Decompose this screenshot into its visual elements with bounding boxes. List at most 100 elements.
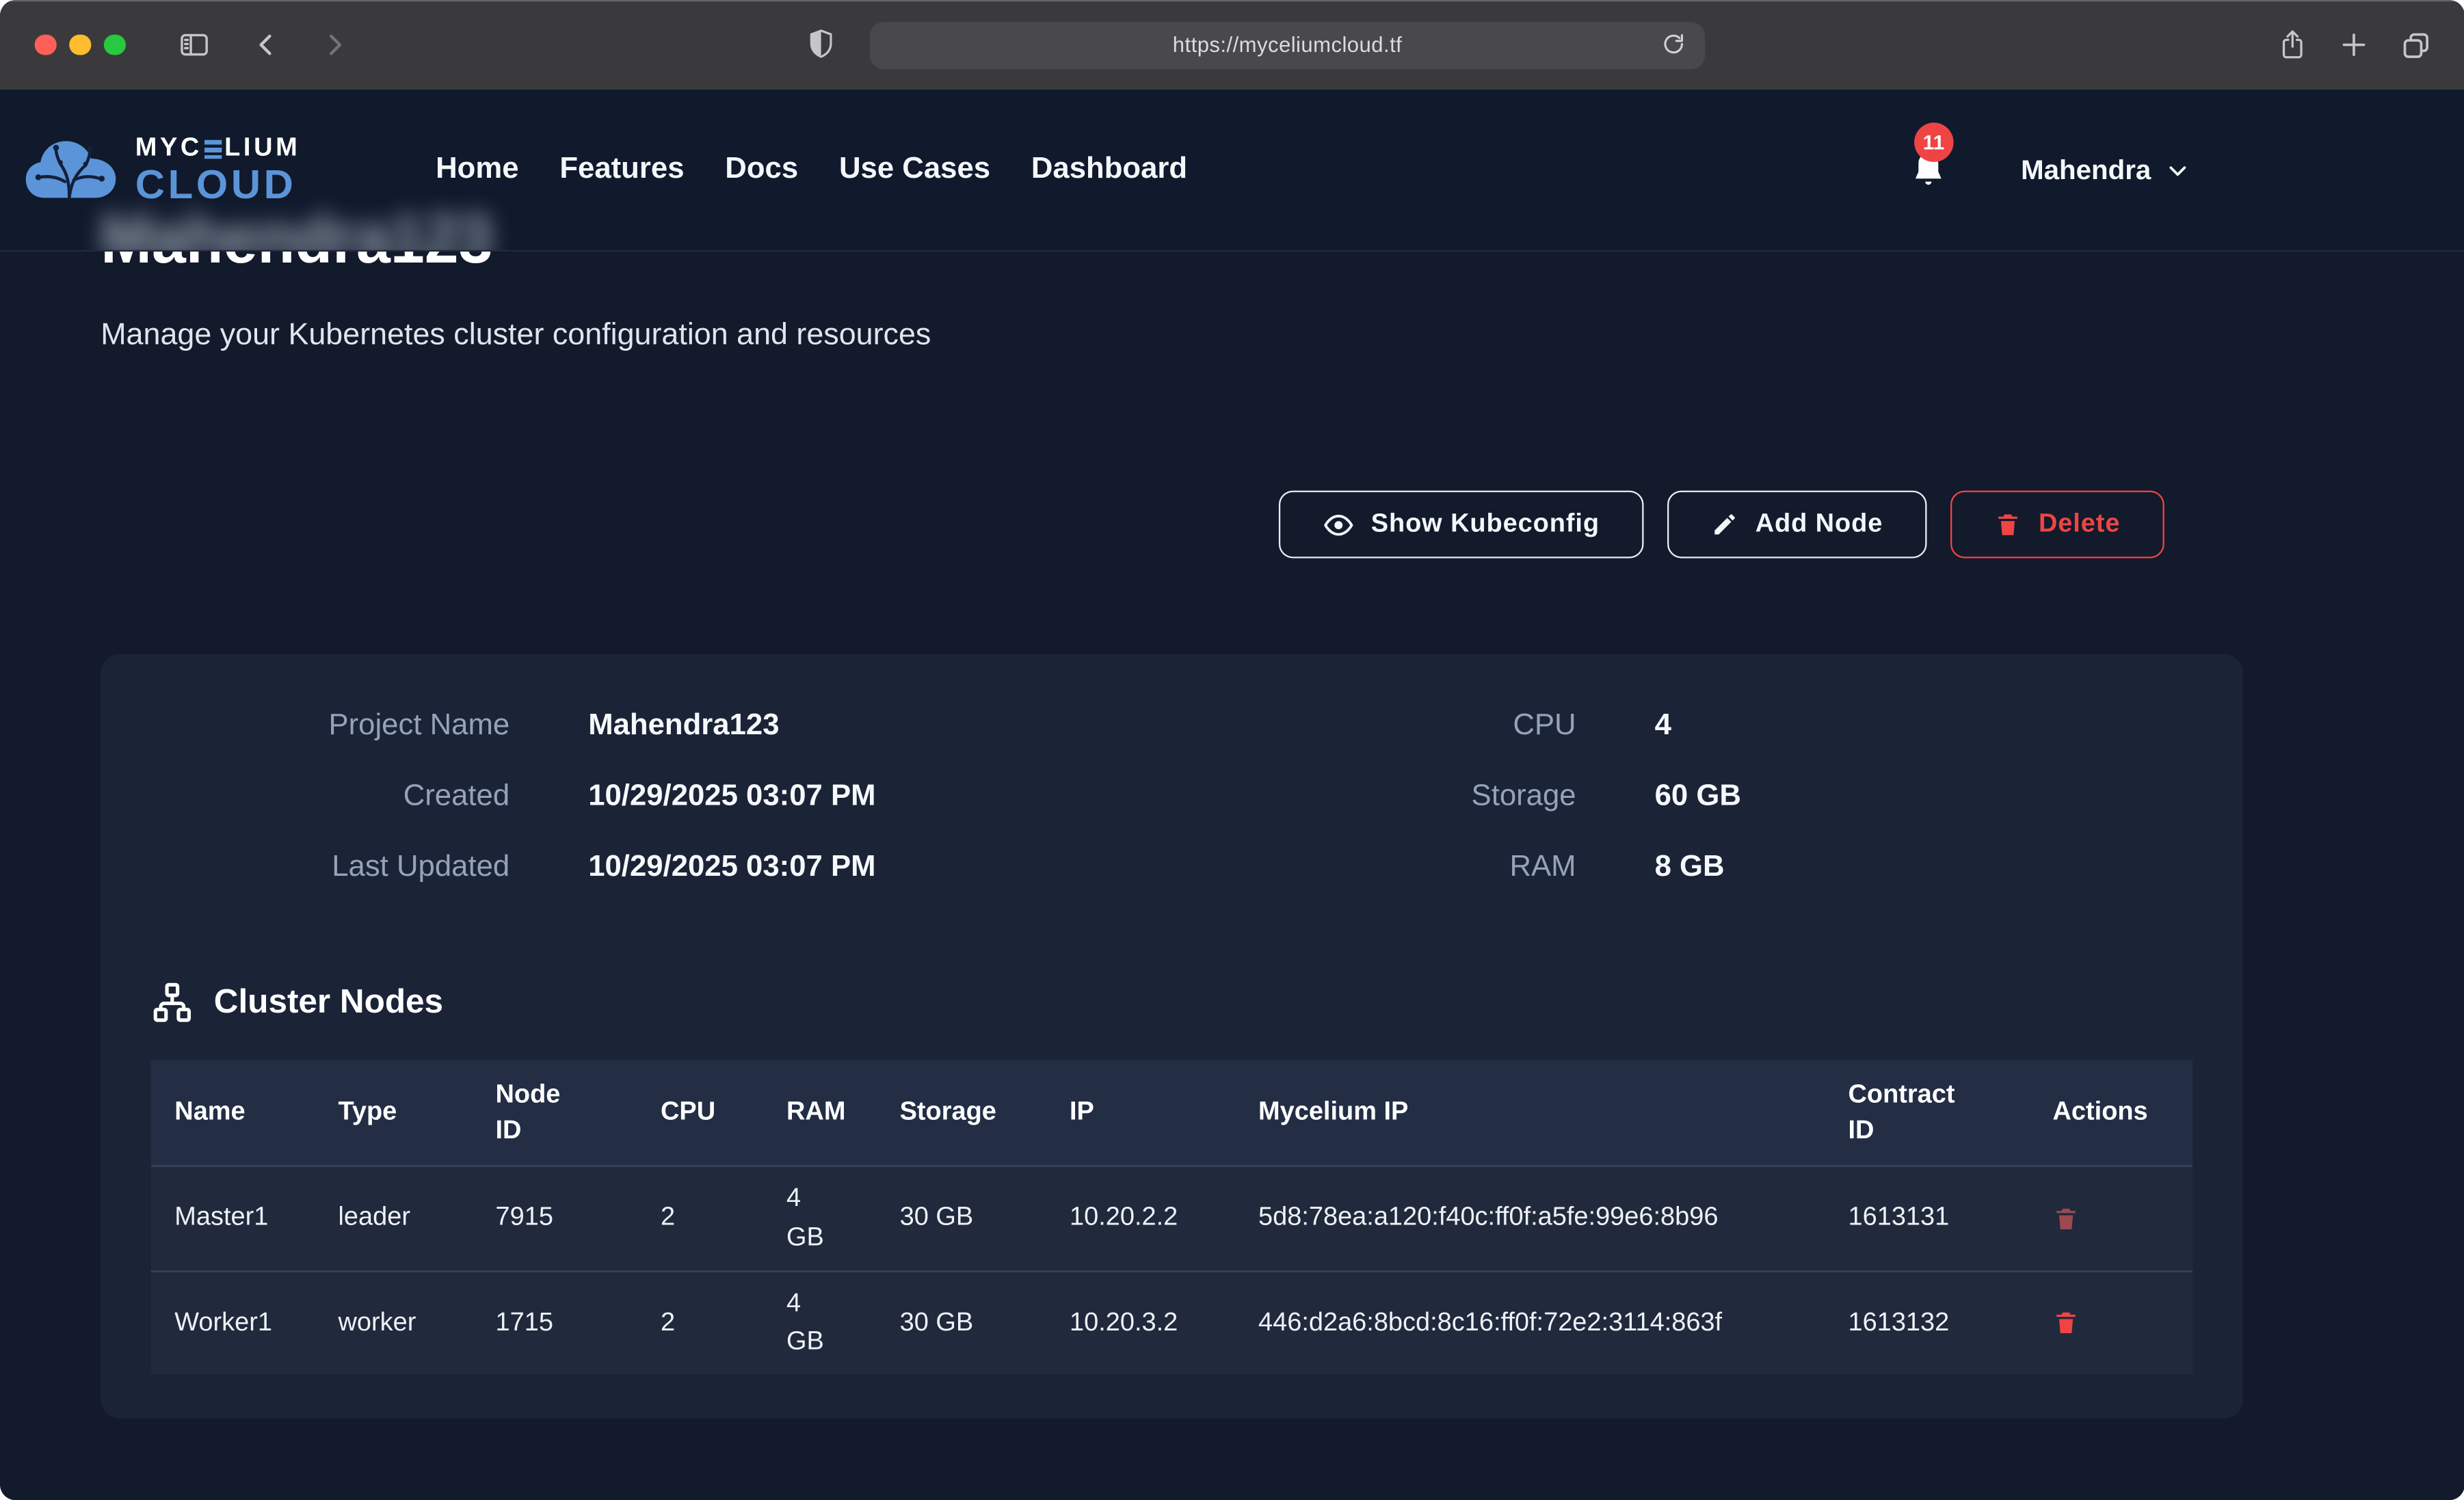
project-info: Project Name Mahendra123 Created 10/29/2… [151, 691, 2193, 903]
user-name: Mahendra [2021, 153, 2151, 186]
info-label: Created [151, 779, 509, 814]
nav-link[interactable]: Home [436, 152, 518, 187]
cell-contract-id: 1613131 [1825, 1167, 2029, 1270]
address-bar[interactable]: https://myceliumcloud.tf [870, 22, 1705, 68]
info-row: Project Name Mahendra123 [151, 691, 1306, 762]
cell-storage: 30 GB [876, 1167, 1046, 1270]
info-label: Project Name [151, 708, 509, 743]
column-header: Contract ID [1825, 1060, 2029, 1165]
info-row: Last Updated 10/29/2025 03:07 PM [151, 832, 1306, 903]
top-navbar: Mahendra123 [0, 90, 2464, 252]
traffic-lights [35, 34, 125, 55]
cell-node-id: 7915 [472, 1167, 637, 1270]
table-header-row: Name Type Node ID CPU RAM Storage IP [151, 1060, 2193, 1165]
cell-type: worker [315, 1272, 472, 1375]
cluster-details-panel: Project Name Mahendra123 Created 10/29/2… [101, 654, 2243, 1419]
column-header: Actions [2029, 1060, 2196, 1165]
user-menu[interactable]: Mahendra [2021, 153, 2188, 186]
reload-icon[interactable] [1661, 31, 1686, 57]
tab-overview-icon[interactable] [2400, 29, 2431, 61]
column-header: RAM [763, 1060, 877, 1165]
show-kubeconfig-button[interactable]: Show Kubeconfig [1278, 491, 1643, 559]
close-window-button[interactable] [35, 34, 56, 55]
forward-icon[interactable] [319, 30, 349, 60]
cluster-nodes-heading: Cluster Nodes [151, 981, 2193, 1023]
cell-cpu: 2 [637, 1167, 763, 1270]
notification-badge: 11 [1914, 122, 1954, 162]
cell-mycelium-ip: 446:d2a6:8bcd:8c16:ff0f:72e2:3114:863f [1235, 1272, 1825, 1375]
column-header: CPU [637, 1060, 763, 1165]
info-row: CPU 4 [1306, 691, 2193, 762]
cell-storage: 30 GB [876, 1272, 1046, 1375]
column-header: Storage [876, 1060, 1046, 1165]
cell-ram: 4 GB [763, 1167, 877, 1270]
cluster-actions: Show Kubeconfig Add Node [101, 491, 2243, 559]
privacy-shield-icon[interactable] [806, 27, 837, 63]
table-row: Worker1 worker 1715 2 4 GB 30 GB 10.20.3… [151, 1270, 2193, 1374]
cloud-logo-icon [24, 134, 118, 206]
cell-cpu: 2 [637, 1272, 763, 1375]
brand-line-1: MYCLIUM [135, 135, 300, 161]
nodes-table: Name Type Node ID CPU RAM Storage IP [151, 1060, 2193, 1374]
info-value: Mahendra123 [509, 708, 1306, 743]
add-node-button[interactable]: Add Node [1667, 491, 1927, 559]
info-value: 10/29/2025 03:07 PM [509, 779, 1306, 814]
brand-logo[interactable]: MYCLIUM CLOUD [24, 134, 301, 206]
browser-window: https://myceliumcloud.tf [0, 0, 2464, 1500]
delete-cluster-button[interactable]: Delete [1950, 491, 2164, 559]
cell-type: leader [315, 1167, 472, 1270]
delete-node-button[interactable] [2053, 1204, 2080, 1232]
info-label: RAM [1306, 850, 1576, 885]
column-header: IP [1046, 1060, 1235, 1165]
sidebar-toggle-icon[interactable] [177, 28, 210, 61]
pencil-icon [1711, 511, 1738, 538]
nav-link[interactable]: Features [559, 152, 684, 187]
chevron-down-icon [2165, 158, 2189, 182]
eye-icon [1322, 509, 1353, 540]
scrolled-title-blur: Mahendra123 [101, 204, 492, 252]
minimize-window-button[interactable] [69, 34, 90, 55]
main-content: Mahendra123 Manage your Kubernetes clust… [0, 252, 2464, 1419]
trash-icon [2053, 1204, 2080, 1232]
cell-ram: 4 GB [763, 1272, 877, 1375]
page: Mahendra123 [0, 90, 2464, 1500]
nav-link[interactable]: Dashboard [1031, 152, 1187, 187]
column-header: Node ID [472, 1060, 637, 1165]
cell-mycelium-ip: 5d8:78ea:a120:f40c:ff0f:a5fe:99e6:8b96 [1235, 1167, 1825, 1270]
info-row: RAM 8 GB [1306, 832, 2193, 903]
cell-name: Master1 [151, 1167, 315, 1270]
nav-link[interactable]: Docs [725, 152, 798, 187]
info-label: CPU [1306, 708, 1576, 743]
back-icon[interactable] [251, 30, 281, 60]
page-subtitle: Manage your Kubernetes cluster configura… [101, 318, 2243, 354]
column-header: Type [315, 1060, 472, 1165]
delete-node-button[interactable] [2053, 1309, 2080, 1337]
url-text: https://myceliumcloud.tf [1173, 34, 1402, 57]
cell-actions [2029, 1272, 2196, 1375]
nav-link[interactable]: Use Cases [839, 152, 990, 187]
trash-icon [1995, 511, 2022, 538]
table-row: Master1 leader 7915 2 4 GB 30 GB 10.20.2… [151, 1165, 2193, 1270]
info-value: 8 GB [1576, 850, 2193, 885]
info-label: Storage [1306, 779, 1576, 814]
cell-node-id: 1715 [472, 1272, 637, 1375]
title-clip: Mahendra123 [101, 252, 2243, 273]
share-icon[interactable] [2277, 28, 2307, 61]
cell-ip: 10.20.3.2 [1046, 1272, 1235, 1375]
brand-e-icon [204, 139, 222, 159]
notifications-button[interactable]: 11 [1909, 150, 1947, 191]
trash-icon [2053, 1309, 2080, 1337]
new-tab-icon[interactable] [2338, 30, 2368, 60]
column-header: Name [151, 1060, 315, 1165]
info-row: Storage 60 GB [1306, 761, 2193, 832]
zoom-window-button[interactable] [104, 34, 125, 55]
network-icon [151, 981, 194, 1023]
cell-contract-id: 1613132 [1825, 1272, 2029, 1375]
nav-links: Home Features Docs Use Cases Dashboard [436, 152, 1187, 187]
screenshot-canvas: https://myceliumcloud.tf [0, 0, 2464, 1500]
page-title: Mahendra123 [101, 252, 2243, 273]
column-header: Mycelium IP [1235, 1060, 1825, 1165]
cell-actions [2029, 1167, 2196, 1270]
info-label: Last Updated [151, 850, 509, 885]
info-value: 4 [1576, 708, 2193, 743]
